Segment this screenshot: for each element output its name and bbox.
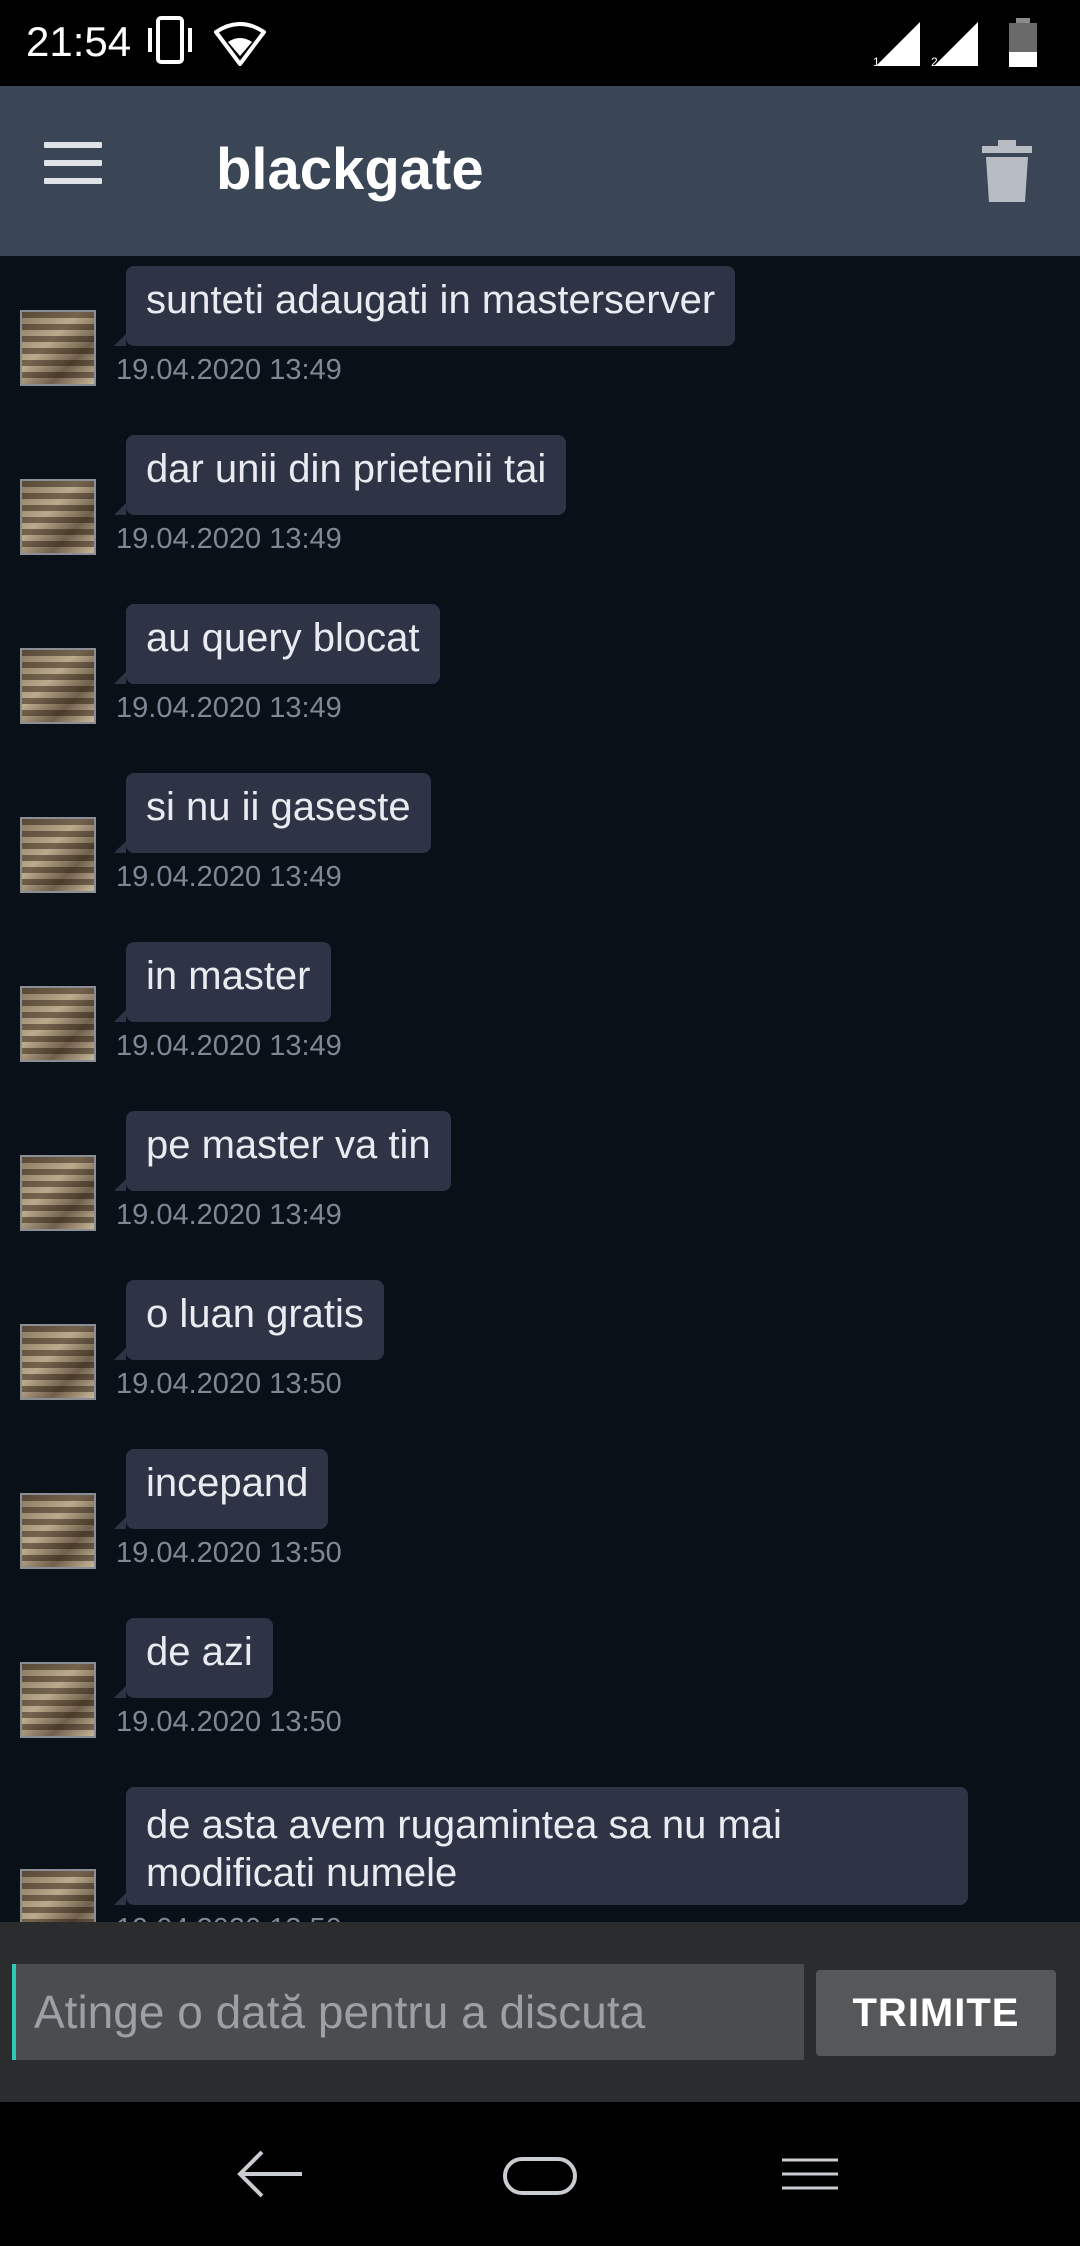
message-item: au query blocat 19.04.2020 13:49 [0, 594, 1080, 764]
avatar[interactable] [20, 310, 96, 386]
message-bubble[interactable]: sunteti adaugati in masterserver [113, 266, 736, 346]
message-bubble[interactable]: in master [114, 942, 331, 1022]
message-list[interactable]: sunteti adaugati in masterserver 19.04.2… [0, 256, 1080, 1922]
avatar[interactable] [20, 986, 96, 1062]
message-timestamp: 19.04.2020 13:49 [116, 861, 342, 893]
signal-sim2-icon: 2 [930, 20, 982, 73]
avatar[interactable] [20, 817, 96, 893]
message-bubble[interactable]: incepand [113, 1449, 329, 1529]
message-item: sunteti adaugati in masterserver 19.04.2… [0, 256, 1080, 426]
wifi-icon [214, 22, 266, 71]
message-item: o luan gratis 19.04.2020 13:50 [0, 1270, 1080, 1440]
message-timestamp: 19.04.2020 13:49 [116, 692, 342, 724]
status-time: 21:54 [26, 18, 132, 65]
avatar[interactable] [20, 1869, 96, 1922]
system-nav-bar [0, 2102, 1080, 2246]
message-timestamp: 19.04.2020 13:50 [116, 1368, 342, 1400]
avatar[interactable] [20, 648, 96, 724]
message-bubble[interactable]: de azi [114, 1618, 273, 1698]
message-timestamp: 19.04.2020 13:49 [116, 523, 342, 555]
message-timestamp: 19.04.2020 13:50 [116, 1537, 342, 1569]
composer-bar: TRIMITE [0, 1922, 1080, 2102]
sim2-label: 2 [931, 55, 938, 68]
battery-icon [1006, 18, 1040, 73]
message-bubble[interactable]: de asta avem rugamintea sa nu mai modifi… [114, 1787, 968, 1905]
message-timestamp: 19.04.2020 13:50 [116, 1706, 342, 1738]
sim1-label: 1 [873, 55, 880, 68]
message-item: in master 19.04.2020 13:49 [0, 932, 1080, 1102]
hamburger-menu-icon[interactable] [44, 142, 124, 202]
message-item: dar unii din prietenii tai 19.04.2020 13… [0, 425, 1080, 595]
message-timestamp: 19.04.2020 13:50 [116, 1913, 342, 1922]
message-input[interactable] [12, 1964, 804, 2060]
message-bubble[interactable]: o luan gratis [114, 1280, 384, 1360]
message-bubble[interactable]: dar unii din prietenii tai [113, 435, 567, 515]
send-button[interactable]: TRIMITE [816, 1970, 1056, 2056]
message-timestamp: 19.04.2020 13:49 [116, 1199, 342, 1231]
recents-icon[interactable] [780, 2156, 840, 2197]
message-bubble[interactable]: si nu ii gaseste [114, 773, 431, 853]
message-item: de azi 19.04.2020 13:50 [0, 1608, 1080, 1778]
message-bubble[interactable]: au query blocat [114, 604, 440, 684]
avatar[interactable] [20, 1662, 96, 1738]
message-item: de asta avem rugamintea sa nu mai modifi… [0, 1777, 1080, 1922]
app-bar: blackgate [0, 86, 1080, 256]
message-timestamp: 19.04.2020 13:49 [116, 1030, 342, 1062]
avatar[interactable] [20, 479, 96, 555]
signal-sim1-icon: 1 [872, 20, 924, 73]
avatar[interactable] [20, 1324, 96, 1400]
status-bar: 21:54 1 2 [0, 0, 1080, 86]
avatar[interactable] [20, 1493, 96, 1569]
message-item: pe master va tin 19.04.2020 13:49 [0, 1101, 1080, 1271]
conversation-title: blackgate [216, 137, 484, 202]
message-item: si nu ii gaseste 19.04.2020 13:49 [0, 763, 1080, 933]
trash-icon[interactable] [980, 140, 1034, 209]
vibrate-icon [143, 14, 197, 73]
message-timestamp: 19.04.2020 13:49 [116, 354, 342, 386]
message-bubble[interactable]: pe master va tin [114, 1111, 451, 1191]
back-icon[interactable] [234, 2148, 306, 2205]
home-icon[interactable] [502, 2156, 578, 2201]
message-item: incepand 19.04.2020 13:50 [0, 1439, 1080, 1609]
avatar[interactable] [20, 1155, 96, 1231]
